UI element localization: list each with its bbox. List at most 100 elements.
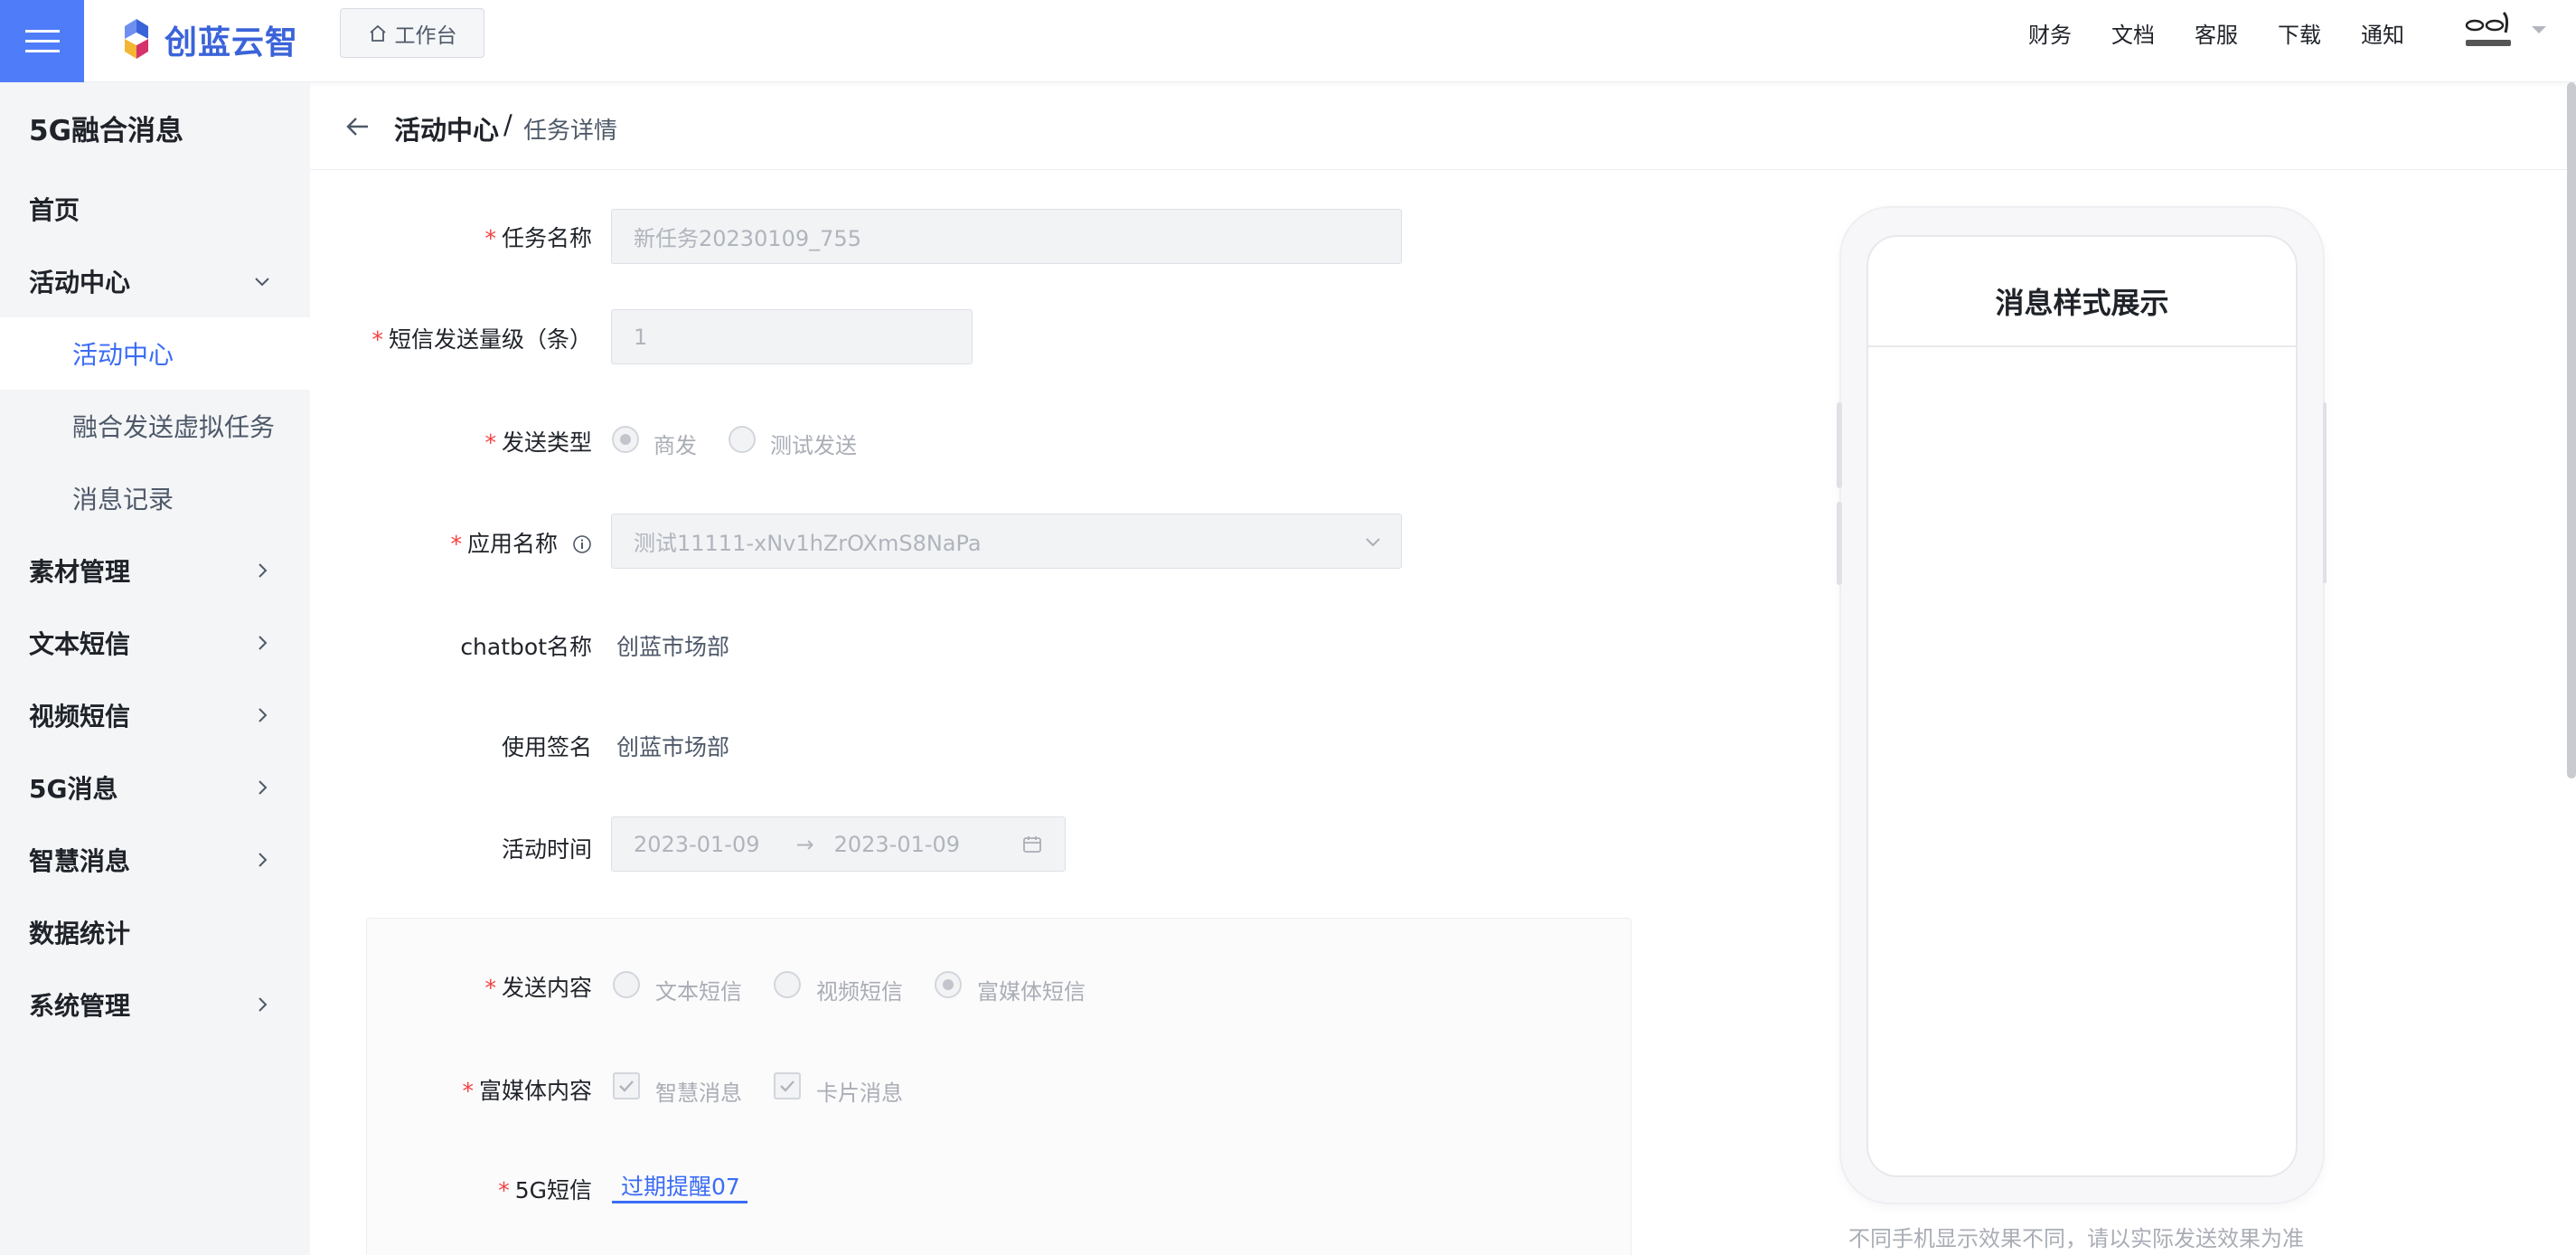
date-end[interactable]: 2023-01-09 bbox=[834, 832, 960, 857]
send-content-text-radio[interactable] bbox=[613, 971, 640, 998]
nav-finance[interactable]: 财务 bbox=[2028, 17, 2072, 49]
chevron-right-icon bbox=[259, 563, 268, 578]
breadcrumb-parent[interactable]: 活动中心 bbox=[394, 109, 499, 147]
task-name-input[interactable]: 新任务20230109_755 bbox=[611, 209, 1402, 264]
rich-content-smart-label[interactable]: 智慧消息 bbox=[655, 1075, 742, 1107]
send-content-video-label[interactable]: 视频短信 bbox=[816, 974, 903, 1005]
sidebar-item-text-sms[interactable]: 文本短信 bbox=[0, 607, 310, 679]
phone-volume-up bbox=[1837, 402, 1842, 488]
sidebar-item-label: 活动中心 bbox=[29, 268, 131, 297]
send-type-label: * 发送类型 bbox=[484, 429, 592, 456]
user-avatar[interactable] bbox=[2457, 5, 2520, 56]
sidebar-item-label: 5G消息 bbox=[29, 774, 118, 804]
sidebar-item-system[interactable]: 系统管理 bbox=[0, 968, 310, 1041]
chevron-right-icon bbox=[259, 780, 268, 795]
workbench-button[interactable]: 工作台 bbox=[340, 8, 484, 58]
sidebar-subitem-message-records[interactable]: 消息记录 bbox=[0, 462, 310, 534]
chatbot-name-value: 创蓝市场部 bbox=[616, 634, 730, 660]
nav-download[interactable]: 下载 bbox=[2278, 17, 2321, 49]
brand-logo-icon bbox=[125, 19, 148, 59]
sms-5g-label: * 5G短信 bbox=[498, 1177, 592, 1203]
info-icon[interactable] bbox=[572, 534, 592, 554]
activity-time-label: 活动时间 bbox=[501, 836, 592, 863]
chevron-down-icon bbox=[255, 278, 269, 287]
sidebar-item-label: 智慧消息 bbox=[29, 846, 131, 876]
sidebar-subitem-activity-center[interactable]: 活动中心 bbox=[0, 317, 310, 390]
task-name-label: * 任务名称 bbox=[484, 225, 592, 251]
chevron-right-icon bbox=[259, 853, 268, 867]
app-name-label: * 应用名称 bbox=[451, 526, 592, 559]
rich-content-label: * 富媒体内容 bbox=[462, 1078, 592, 1104]
sidebar-item-label: 文本短信 bbox=[29, 629, 131, 659]
sidebar-subitem-virtual-task[interactable]: 融合发送虚拟任务 bbox=[0, 390, 310, 462]
phone-volume-down bbox=[1837, 502, 1842, 585]
preview-note: 不同手机显示效果不同，请以实际发送效果为准 bbox=[1848, 1226, 2304, 1251]
chevron-down-icon bbox=[1366, 538, 1380, 547]
page-scrollbar[interactable] bbox=[2567, 82, 2576, 778]
calendar-icon[interactable] bbox=[1021, 834, 1043, 855]
breadcrumb: 活动中心 / 任务详情 bbox=[310, 82, 2576, 170]
send-type-commercial-radio[interactable] bbox=[612, 426, 639, 453]
brand-logo[interactable]: 创蓝云智 bbox=[116, 11, 298, 69]
sidebar-item-statistics[interactable]: 数据统计 bbox=[0, 896, 310, 968]
date-range-arrow: → bbox=[795, 831, 814, 857]
phone-power-button bbox=[2323, 402, 2327, 583]
send-content-label: * 发送内容 bbox=[484, 975, 592, 1001]
app-name-select[interactable]: 测试11111-xNv1hZrOXmS8NaPa bbox=[611, 514, 1402, 569]
sms-volume-label: * 短信发送量级（条） bbox=[371, 326, 592, 353]
activity-date-range[interactable]: 2023-01-09 → 2023-01-09 bbox=[611, 816, 1066, 872]
nav-support[interactable]: 客服 bbox=[2195, 17, 2238, 49]
send-content-rich-label[interactable]: 富媒体短信 bbox=[977, 974, 1086, 1005]
top-header: 创蓝云智 工作台 财务 文档 客服 下载 通知 bbox=[0, 0, 2576, 82]
signature-label: 使用签名 bbox=[501, 734, 592, 760]
workbench-label: 工作台 bbox=[394, 24, 457, 48]
chevron-right-icon bbox=[259, 708, 268, 722]
menu-toggle-button[interactable] bbox=[0, 0, 84, 82]
send-content-video-radio[interactable] bbox=[774, 971, 801, 998]
sidebar-item-label: 首页 bbox=[29, 195, 80, 225]
sidebar-item-materials[interactable]: 素材管理 bbox=[0, 534, 310, 607]
sidebar-item-5g-message[interactable]: 5G消息 bbox=[0, 751, 310, 824]
nav-notifications[interactable]: 通知 bbox=[2361, 17, 2404, 49]
send-content-rich-radio[interactable] bbox=[935, 971, 962, 998]
sidebar-item-label: 消息记录 bbox=[72, 485, 174, 514]
sidebar: 5G融合消息 首页 活动中心 活动中心 融合发送虚拟任务 消息记录 素材管理 文… bbox=[0, 82, 310, 1255]
sidebar-item-activity-center[interactable]: 活动中心 bbox=[0, 245, 310, 317]
sidebar-item-smart-message[interactable]: 智慧消息 bbox=[0, 824, 310, 896]
phone-preview-screen bbox=[1868, 237, 2296, 1175]
sms-5g-template-link[interactable]: 过期提醒07 bbox=[612, 1169, 747, 1203]
home-icon bbox=[369, 24, 386, 42]
preview-title: 消息样式展示 bbox=[1995, 286, 2169, 320]
sidebar-item-label: 融合发送虚拟任务 bbox=[72, 412, 276, 442]
breadcrumb-separator: / bbox=[503, 109, 512, 140]
rich-content-card-checkbox[interactable] bbox=[774, 1072, 801, 1099]
signature-value: 创蓝市场部 bbox=[616, 734, 730, 760]
sidebar-item-video-sms[interactable]: 视频短信 bbox=[0, 679, 310, 751]
check-icon bbox=[780, 1080, 794, 1092]
check-icon bbox=[619, 1080, 634, 1092]
product-title: 5G融合消息 bbox=[29, 115, 184, 147]
sidebar-item-label: 系统管理 bbox=[29, 991, 131, 1021]
send-content-text-label[interactable]: 文本短信 bbox=[655, 974, 742, 1005]
date-start[interactable]: 2023-01-09 bbox=[634, 832, 759, 857]
breadcrumb-current: 任务详情 bbox=[523, 118, 618, 145]
sidebar-item-label: 数据统计 bbox=[29, 919, 131, 948]
preview-divider bbox=[1868, 345, 2296, 347]
rich-content-card-label[interactable]: 卡片消息 bbox=[816, 1075, 903, 1107]
send-type-test-radio[interactable] bbox=[729, 426, 756, 453]
send-type-commercial-label[interactable]: 商发 bbox=[653, 428, 697, 459]
avatar-icon bbox=[2465, 11, 2511, 46]
sidebar-item-label: 素材管理 bbox=[29, 557, 131, 587]
sidebar-item-home[interactable]: 首页 bbox=[0, 173, 310, 245]
back-arrow-icon[interactable] bbox=[344, 113, 371, 140]
brand-name: 创蓝云智 bbox=[165, 24, 299, 61]
sms-volume-input[interactable]: 1 bbox=[611, 309, 973, 364]
chatbot-name-label: chatbot名称 bbox=[460, 634, 592, 660]
nav-docs[interactable]: 文档 bbox=[2111, 17, 2155, 49]
sidebar-item-label: 活动中心 bbox=[72, 340, 174, 370]
hamburger-icon bbox=[24, 29, 60, 52]
chevron-right-icon bbox=[259, 997, 268, 1012]
rich-content-smart-checkbox[interactable] bbox=[613, 1072, 640, 1099]
send-type-test-label[interactable]: 测试发送 bbox=[770, 428, 857, 459]
chevron-down-icon[interactable] bbox=[2529, 24, 2549, 36]
